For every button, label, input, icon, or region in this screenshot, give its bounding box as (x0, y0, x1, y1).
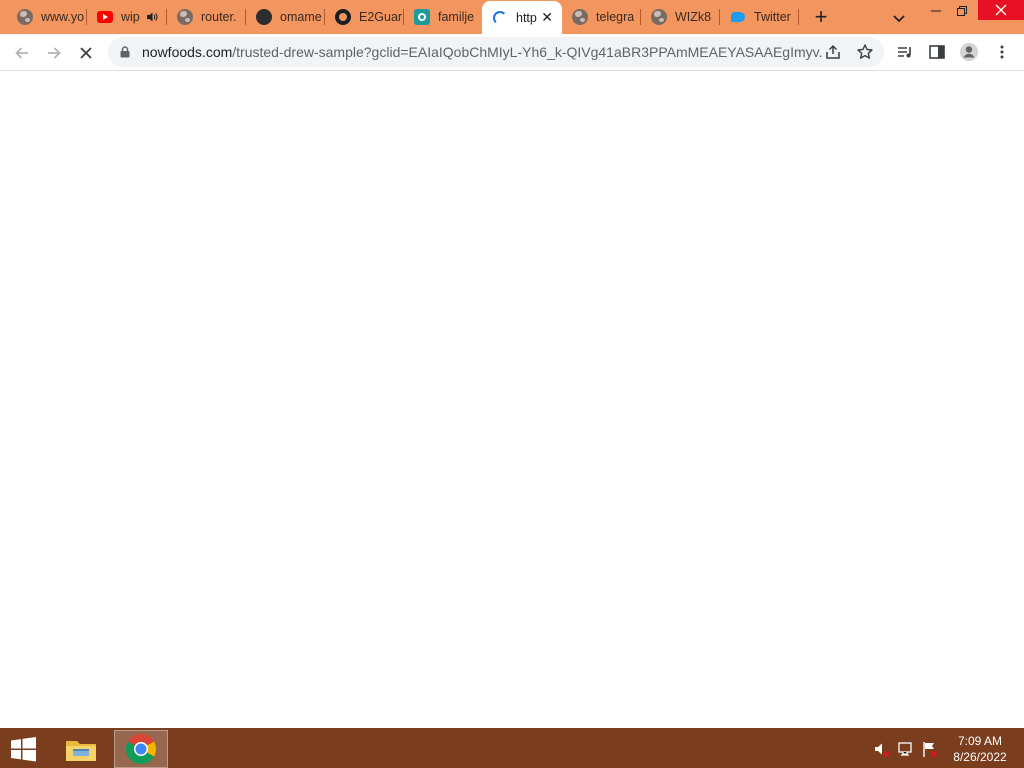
globe-icon (17, 9, 33, 25)
tab-twitter[interactable]: Twitter (720, 0, 799, 34)
more-vertical-icon (1000, 45, 1004, 59)
url-text[interactable]: nowfoods.com/trusted-drew-sample?gclid=E… (142, 44, 822, 60)
tab-wip[interactable]: wip (87, 0, 167, 34)
tab-familje[interactable]: familje (404, 0, 482, 34)
new-tab-button[interactable]: + (809, 6, 833, 30)
stop-x-icon (80, 47, 92, 59)
close-tab-icon[interactable]: ✕ (541, 10, 553, 24)
github-icon (335, 9, 351, 25)
share-icon[interactable] (824, 43, 842, 61)
tab-http-active[interactable]: http ✕ (482, 1, 562, 34)
media-controls-button[interactable] (895, 42, 915, 62)
browser-menu-button[interactable] (992, 42, 1012, 62)
url-host: nowfoods.com (142, 44, 233, 60)
windows-start-icon[interactable] (8, 736, 40, 762)
tab-title: router. (201, 10, 237, 24)
stop-loading-button[interactable] (74, 41, 98, 65)
chrome-icon (125, 733, 157, 765)
lock-icon[interactable] (120, 46, 130, 58)
network-icon[interactable] (898, 741, 914, 757)
profile-button[interactable] (959, 42, 979, 62)
browser-toolbar: nowfoods.com/trusted-drew-sample?gclid=E… (0, 34, 1024, 71)
close-window-button[interactable] (978, 0, 1024, 20)
back-button[interactable] (10, 41, 34, 65)
audio-playing-icon[interactable] (146, 11, 158, 23)
tab-strip: www.yo wip router. omame E2Guar familje … (0, 0, 1024, 34)
restore-button[interactable] (946, 0, 978, 22)
tab-title: E2Guar (359, 10, 403, 24)
restore-icon (957, 6, 967, 16)
tab-title: WIZk8 (675, 10, 712, 24)
clock-date: 8/26/2022 (953, 750, 1007, 764)
url-path: /trusted-drew-sample?gclid=EAIaIQobChMIy… (232, 44, 822, 60)
address-bar[interactable]: nowfoods.com/trusted-drew-sample?gclid=E… (108, 37, 884, 67)
twitter-icon (730, 9, 746, 25)
youtube-icon (97, 9, 113, 25)
page-content (0, 72, 1024, 728)
action-center-flag-icon[interactable] (922, 741, 938, 757)
globe-icon (651, 9, 667, 25)
tab-search-chevron-icon[interactable] (889, 8, 909, 28)
owl-icon (256, 9, 272, 25)
side-panel-icon (929, 45, 945, 59)
taskbar-file-explorer[interactable] (54, 730, 108, 768)
file-explorer-icon (66, 741, 96, 761)
tab-router[interactable]: router. (167, 0, 246, 34)
system-clock[interactable]: 7:09 AM 8/26/2022 (944, 733, 1016, 765)
clock-time: 7:09 AM (957, 734, 1003, 748)
tab-title: www.yo (41, 10, 85, 24)
close-icon (995, 4, 1007, 16)
globe-icon (572, 9, 588, 25)
tab-title: wip (121, 10, 140, 24)
globe-icon (177, 9, 193, 25)
tab-title: familje (438, 10, 475, 24)
windows-taskbar: 7:09 AM 8/26/2022 (0, 728, 1024, 768)
bookmark-star-icon[interactable] (856, 43, 874, 61)
familje-icon (414, 9, 430, 25)
loading-spinner-icon (492, 10, 508, 26)
tab-title: telegra (596, 10, 635, 24)
avatar-icon (960, 43, 978, 61)
media-queue-icon (898, 47, 911, 58)
side-panel-button[interactable] (927, 42, 947, 62)
speaker-muted-icon[interactable] (874, 741, 890, 757)
taskbar-chrome[interactable] (114, 730, 168, 768)
back-arrow-icon (15, 47, 28, 59)
tab-wizk8[interactable]: WIZk8 (641, 0, 720, 34)
tab-www-yo[interactable]: www.yo (7, 0, 87, 34)
forward-button[interactable] (42, 41, 66, 65)
forward-arrow-icon (48, 47, 61, 59)
tab-title: http (516, 10, 537, 25)
minimize-icon (931, 10, 941, 12)
tab-omame[interactable]: omame (246, 0, 325, 34)
tab-title: omame (280, 10, 322, 24)
tab-e2guar[interactable]: E2Guar (325, 0, 404, 34)
tab-telegra[interactable]: telegra (562, 0, 641, 34)
tab-title: Twitter (754, 10, 791, 24)
